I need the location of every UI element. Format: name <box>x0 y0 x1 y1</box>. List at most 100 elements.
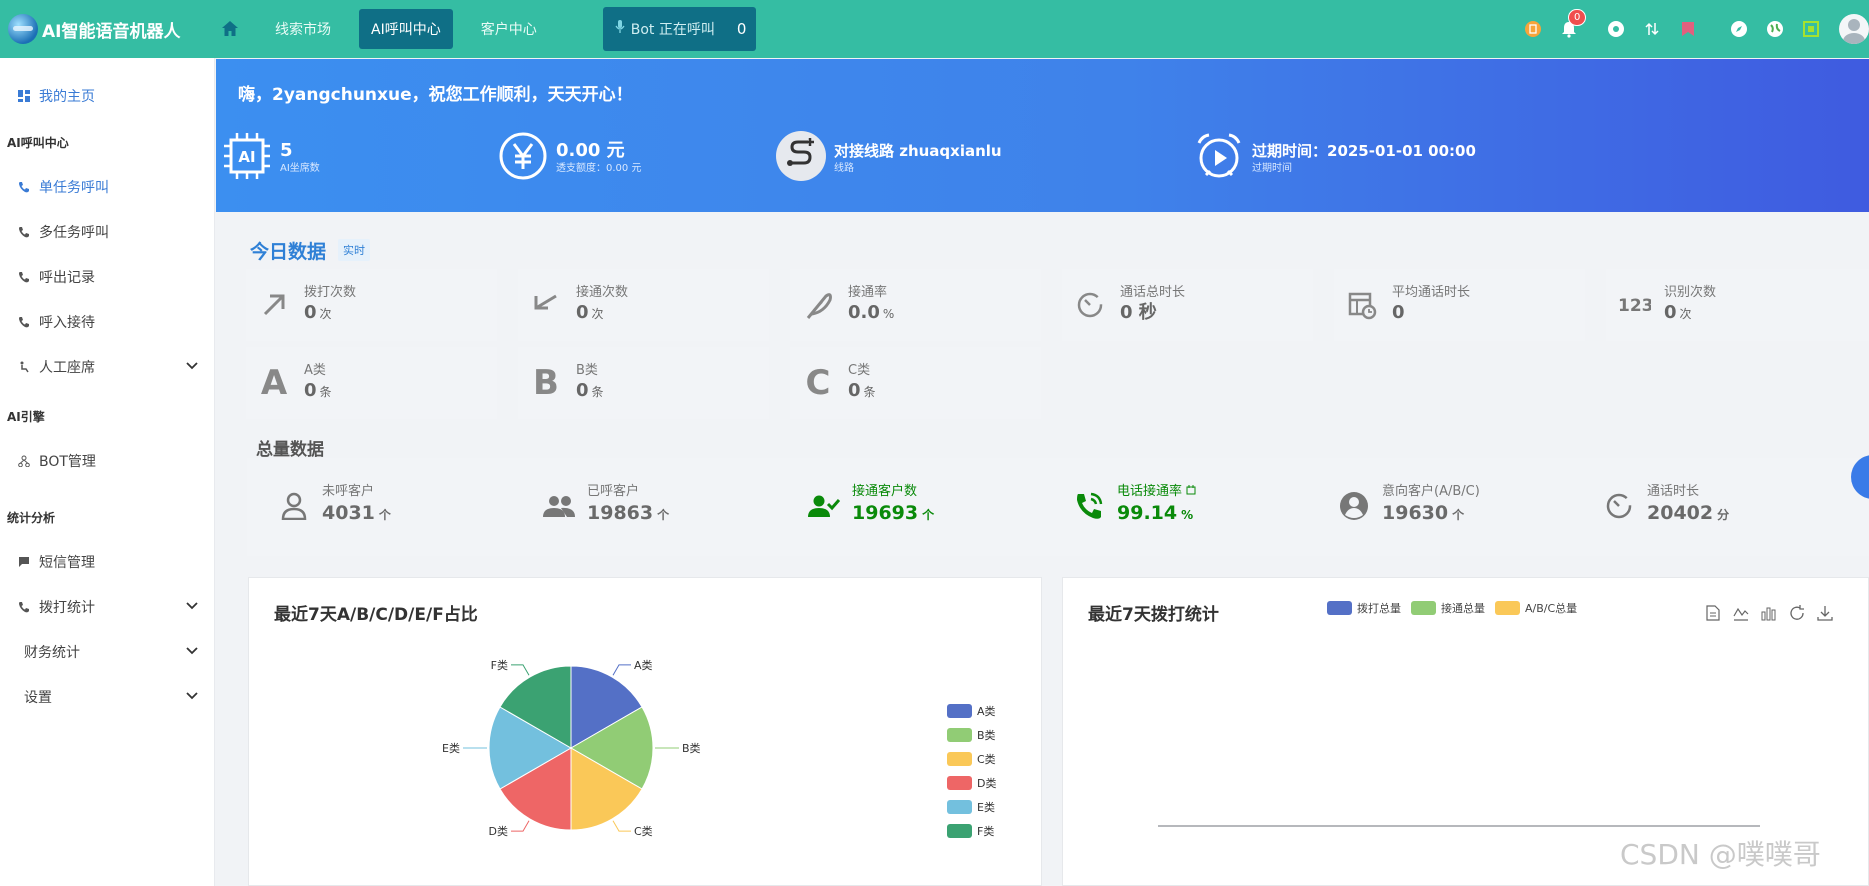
card-label: 接通次数 <box>576 285 629 300</box>
total-label: 意向客户(A/B/C) <box>1382 484 1480 499</box>
aperture-icon[interactable] <box>1605 18 1627 40</box>
calendar-clock-icon <box>1342 290 1382 320</box>
microphone-icon <box>615 20 625 38</box>
brand[interactable]: AI智能语音机器人 <box>0 14 215 44</box>
sidebar-item-single-call[interactable]: 单任务呼叫 <box>0 164 214 209</box>
user-avatar[interactable] <box>1839 14 1869 44</box>
card-value: 0 <box>304 302 317 323</box>
compass-icon[interactable] <box>1728 18 1750 40</box>
legend-swatch[interactable] <box>947 824 972 838</box>
sidebar: 我的主页 AI呼叫中心 单任务呼叫 多任务呼叫 呼出记录 呼入接待 人工座席 A… <box>0 58 215 886</box>
globe-icon[interactable] <box>1764 18 1786 40</box>
legend-swatch[interactable] <box>947 704 972 718</box>
greeting-text: 嗨，2yangchunxue，祝您工作顺利，天天开心！ <box>238 85 633 105</box>
pie-label-line <box>511 664 530 676</box>
nav-leads-market[interactable]: 线索市场 <box>263 9 343 49</box>
sidebar-item-sms-manage[interactable]: 短信管理 <box>0 539 214 584</box>
total-stat-intent-customers: 意向客户(A/B/C) 19630 个 <box>1334 483 1480 528</box>
line-label: 线路 <box>834 163 854 174</box>
welcome-banner: 嗨，2yangchunxue，祝您工作顺利，天天开心！ AI 5 AI坐席数 0.… <box>216 59 1869 212</box>
card-label: 接通率 <box>848 285 888 300</box>
legend-label: 拨打总量 <box>1357 602 1401 615</box>
sidebar-item-label: 单任务呼叫 <box>39 179 109 196</box>
sidebar-item-inbound-answer[interactable]: 呼入接待 <box>0 299 214 344</box>
chevron-down-icon <box>186 689 198 705</box>
pie-label: F类 <box>491 658 508 672</box>
sidebar-item-manual-agent[interactable]: 人工座席 <box>0 344 214 389</box>
person-outline-icon <box>274 492 314 520</box>
stat-card-class-a: A A类 0 条 <box>246 347 497 419</box>
card-value: 0 <box>576 380 589 401</box>
legend-item[interactable]: 拨打总量 <box>1327 600 1401 616</box>
sidebar-item-bot-manage[interactable]: BOT管理 <box>0 438 214 483</box>
message-icon <box>17 555 31 569</box>
line-chart-legend: 拨打总量 接通总量 A/B/C总量 <box>1327 600 1587 616</box>
sidebar-item-finance-stats[interactable]: 财务统计 <box>0 629 214 674</box>
sidebar-item-multi-call[interactable]: 多任务呼叫 <box>0 209 214 254</box>
legend-label: D类 <box>977 776 996 790</box>
line-value: 对接线路 zhuaqxianlu <box>834 142 1002 160</box>
stat-card-class-c: C C类 0 条 <box>790 347 1041 419</box>
legend-swatch[interactable] <box>947 776 972 790</box>
card-label: 识别次数 <box>1664 285 1717 300</box>
sidebar-item-home[interactable]: 我的主页 <box>0 73 214 118</box>
card-unit: 条 <box>319 385 332 399</box>
total-value: 4031 <box>322 502 375 524</box>
bot-status-button[interactable]: Bot 正在呼叫 0 <box>602 7 757 51</box>
sidebar-item-outbound-records[interactable]: 呼出记录 <box>0 254 214 299</box>
stat-card-class-b: B B类 0 条 <box>518 347 769 419</box>
numbers-123-icon: 123 <box>1614 294 1654 316</box>
total-data-bar: 未呼客户 4031 个 已呼客户 19863 个 接通客户数 19693 个 电话接通率 9… <box>247 458 1869 556</box>
total-unit: 个 <box>378 508 391 522</box>
feather-icon <box>798 290 838 320</box>
nav-ai-call-center[interactable]: AI呼叫中心 <box>359 9 453 49</box>
legend-swatch[interactable] <box>947 752 972 766</box>
bookmark-icon[interactable] <box>1677 18 1699 40</box>
sidebar-item-settings[interactable]: 设置 <box>0 674 214 719</box>
expire-value: 过期时间：2025-01-01 00:00 <box>1252 142 1476 160</box>
card-unit: 次 <box>591 307 604 321</box>
legend-swatch[interactable] <box>947 800 972 814</box>
restore-icon[interactable] <box>1788 604 1806 622</box>
total-value: 19693 <box>852 502 919 524</box>
card-label: A类 <box>304 363 326 378</box>
legend-item[interactable]: A/B/C总量 <box>1495 600 1577 616</box>
legend-label: F类 <box>977 824 994 838</box>
card-label: 平均通话时长 <box>1392 285 1471 300</box>
legend-swatch[interactable] <box>947 728 972 742</box>
today-data-title: 今日数据 <box>250 241 327 263</box>
total-data-title: 总量数据 <box>256 440 324 460</box>
data-view-icon[interactable] <box>1704 604 1722 622</box>
card-value: 0 <box>304 380 317 401</box>
legend-item[interactable]: 接通总量 <box>1411 600 1485 616</box>
line-chart-icon[interactable] <box>1732 604 1750 622</box>
pie-label: A类 <box>634 658 653 672</box>
total-unit: 分 <box>1717 508 1730 522</box>
sidebar-item-dial-stats[interactable]: 拨打统计 <box>0 584 214 629</box>
card-value: 0 <box>1664 302 1677 323</box>
ai-seats-value: 5 <box>280 140 293 161</box>
bell-icon[interactable]: 0 <box>1558 9 1587 40</box>
card-unit: % <box>882 307 895 321</box>
legend-swatch <box>1411 601 1436 615</box>
stat-card-total-duration: 通话总时长 0 秒 <box>1062 269 1313 341</box>
download-icon[interactable] <box>1816 604 1834 622</box>
nav-customer-center[interactable]: 客户中心 <box>469 9 549 49</box>
wheelchair-icon <box>17 360 31 374</box>
bar-chart-icon[interactable] <box>1760 604 1778 622</box>
bot-status-label: Bot 正在呼叫 <box>630 22 715 38</box>
orange-coin-icon[interactable] <box>1522 18 1544 40</box>
realtime-badge: 实时 <box>338 239 370 261</box>
card-unit: 次 <box>1679 307 1692 321</box>
calendar-small-icon <box>1186 484 1196 499</box>
sidebar-section-ai-engine: AI引擎 <box>7 409 45 424</box>
brand-logo-icon <box>8 14 38 44</box>
sitemap-icon <box>17 454 31 468</box>
fullscreen-icon[interactable] <box>1800 18 1822 40</box>
transfer-icon[interactable] <box>1641 18 1663 40</box>
total-label: 已呼客户 <box>587 484 640 499</box>
total-stat-connect-rate: 电话接通率 99.14% <box>1069 483 1196 528</box>
home-icon[interactable] <box>219 18 241 40</box>
sidebar-item-label: 呼入接待 <box>39 314 95 331</box>
pie-label-line <box>511 820 530 832</box>
